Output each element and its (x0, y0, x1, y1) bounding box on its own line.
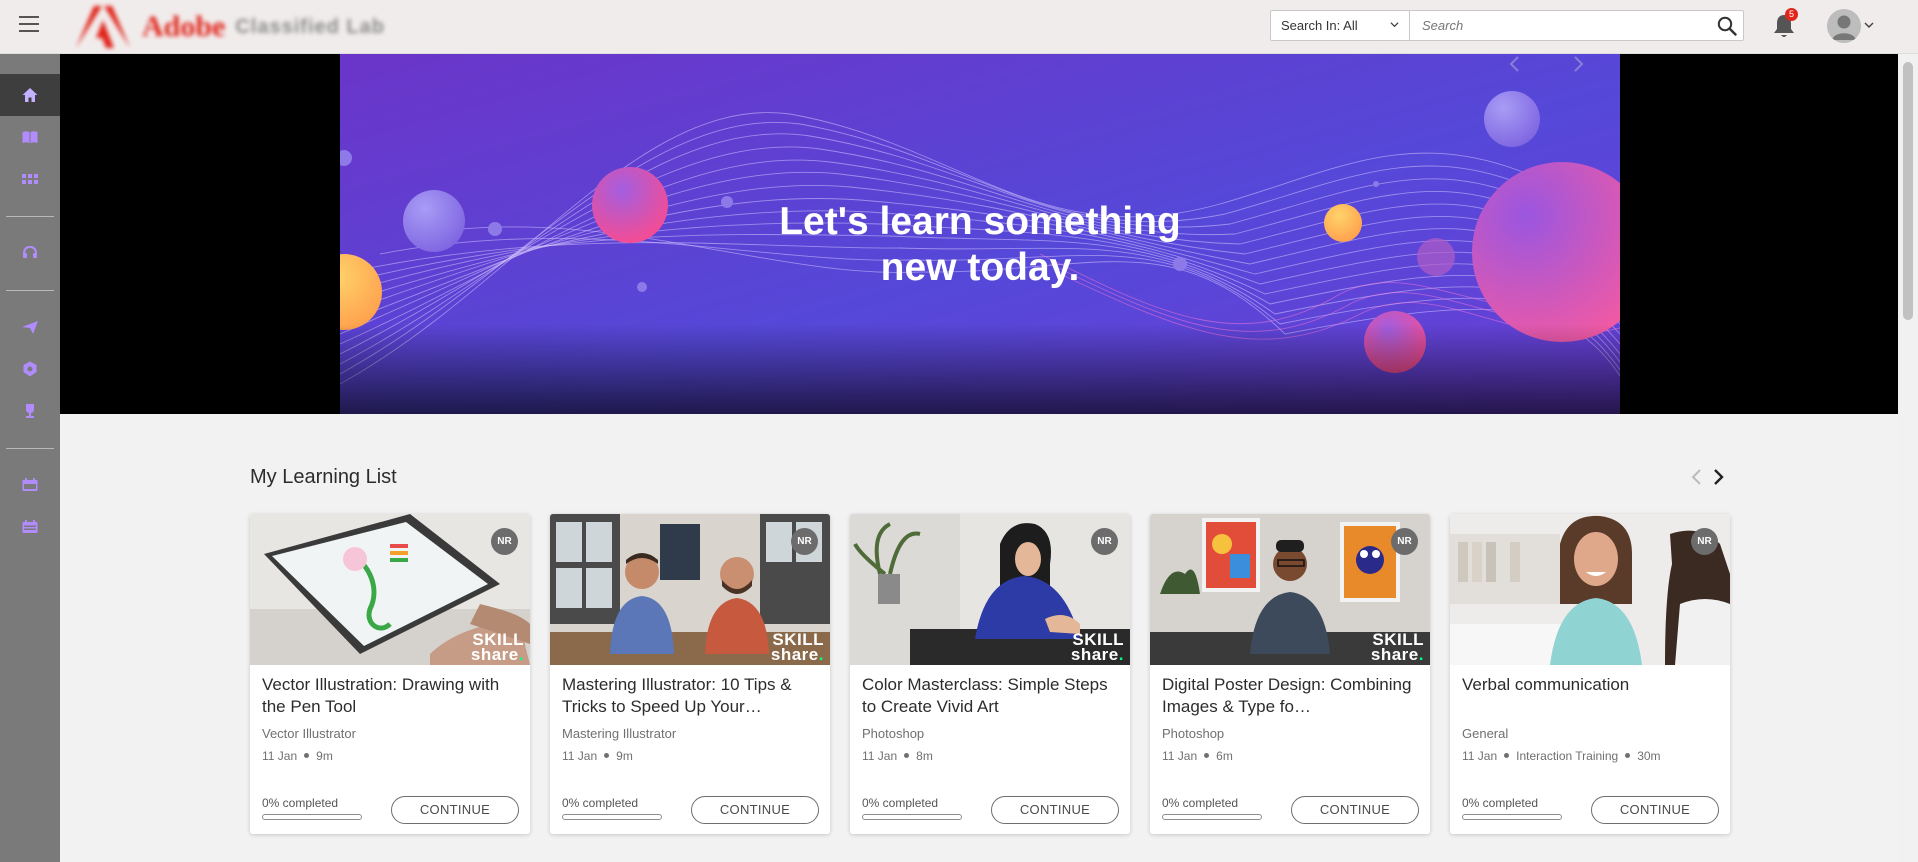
continue-button[interactable]: CONTINUE (691, 796, 819, 824)
course-card[interactable]: NR SKILL share. Color Masterclass: Simple… (850, 514, 1130, 834)
course-meta: 11 Jan 6m (1162, 749, 1233, 763)
progress-bar (862, 814, 962, 820)
sidebar-item-events[interactable] (0, 506, 60, 548)
course-title[interactable]: Mastering Illustrator: 10 Tips & Tricks … (562, 674, 812, 718)
hero-headline-line2: new today. (880, 246, 1080, 289)
course-card[interactable]: NR SKILL share. Mastering Illustrator: 10… (550, 514, 830, 834)
list-prev-arrow-icon[interactable] (1689, 466, 1705, 488)
learning-list-title: My Learning List (250, 466, 397, 488)
headset-support-icon (23, 245, 37, 258)
progress-bar (1462, 814, 1562, 820)
course-title[interactable]: Verbal communication (1462, 674, 1712, 718)
sidebar-item-sessions[interactable] (0, 464, 60, 506)
catalog-grid-icon (22, 174, 38, 184)
course-category: Photoshop (862, 726, 925, 741)
adobe-logo-icon (74, 6, 132, 48)
progress-label: 0% completed (262, 796, 339, 810)
course-category: General (1462, 726, 1509, 741)
top-header: Adobe Classified Lab Search In: All 5 (0, 0, 1918, 54)
chevron-down-icon[interactable] (1864, 20, 1874, 30)
search-input[interactable] (1410, 11, 1700, 40)
course-thumbnail: NR SKILL share. (1150, 514, 1430, 665)
sidebar-item-send[interactable] (0, 306, 60, 348)
course-card[interactable]: NR SKILL share. Vector Illustration: Draw… (250, 514, 530, 834)
continue-button[interactable]: CONTINUE (991, 796, 1119, 824)
skillshare-logo: SKILL share. (470, 630, 524, 664)
brand-subtitle: Classified Lab (235, 15, 385, 38)
sidebar-divider (6, 448, 54, 449)
course-thumbnail: NR SKILL share. (550, 514, 830, 665)
notification-count-badge: 5 (1785, 8, 1798, 21)
nr-badge: NR (1691, 528, 1718, 555)
scrollbar-thumb[interactable] (1903, 62, 1913, 320)
course-meta: 11 Jan Interaction Training 30m (1462, 749, 1661, 763)
user-silhouette-icon (1827, 9, 1861, 43)
course-meta: 11 Jan 9m (562, 749, 633, 763)
skillshare-logo: SKILL share. (1370, 630, 1424, 664)
home-icon (22, 88, 38, 102)
search-icon[interactable] (1717, 16, 1737, 36)
hero-banner: Let's learn something new today. (340, 54, 1620, 414)
continue-button[interactable]: CONTINUE (1291, 796, 1419, 824)
progress-label: 0% completed (862, 796, 939, 810)
course-card[interactable]: NR Verbal communication General 11 Jan In… (1450, 514, 1730, 834)
calendar-events-icon (22, 520, 38, 533)
course-category: Photoshop (1162, 726, 1225, 741)
course-thumbnail: NR SKILL share. (850, 514, 1130, 665)
hero-headline: Let's learn something new today. (340, 199, 1620, 291)
progress-label: 0% completed (1162, 796, 1239, 810)
vertical-scrollbar[interactable] (1898, 54, 1918, 862)
course-thumbnail: NR (1450, 514, 1730, 665)
send-icon (22, 321, 38, 334)
hamburger-menu-icon[interactable] (19, 16, 39, 34)
brand-name: Adobe (142, 10, 226, 43)
sidebar-item-badges[interactable] (0, 348, 60, 390)
sidebar-item-support[interactable] (0, 232, 60, 274)
continue-button[interactable]: CONTINUE (1591, 796, 1719, 824)
brand-logo[interactable]: Adobe Classified Lab (74, 6, 385, 48)
sidebar-item-achievements[interactable] (0, 390, 60, 432)
hero-prev-arrow-icon[interactable] (1505, 54, 1525, 74)
sidebar-item-learning[interactable] (0, 116, 60, 158)
progress-label: 0% completed (1462, 796, 1539, 810)
nr-badge: NR (1391, 528, 1418, 555)
search-scope-select[interactable]: Search In: All (1270, 10, 1410, 41)
hero-next-arrow-icon[interactable] (1568, 54, 1588, 74)
left-sidebar (0, 54, 60, 862)
progress-bar (562, 814, 662, 820)
course-meta: 11 Jan 8m (862, 749, 933, 763)
shield-badge-icon (23, 361, 37, 377)
course-category: Vector Illustrator (262, 726, 356, 741)
trophy-icon (26, 404, 34, 418)
skillshare-logo: SKILL share. (770, 630, 824, 664)
nr-badge: NR (791, 528, 818, 555)
sidebar-item-catalog[interactable] (0, 158, 60, 200)
skillshare-logo: SKILL share. (1070, 630, 1124, 664)
progress-bar (262, 814, 362, 820)
nr-badge: NR (491, 528, 518, 555)
course-category: Mastering Illustrator (562, 726, 677, 741)
list-next-arrow-icon[interactable] (1710, 466, 1726, 488)
course-thumbnail: NR SKILL share. (250, 514, 530, 665)
course-card[interactable]: NR SKILL share. Digital Poster Design: Co… (1150, 514, 1430, 834)
calendar-sessions-icon (22, 478, 38, 491)
hero-headline-line1: Let's learn something (779, 200, 1181, 243)
search-field (1409, 10, 1744, 41)
course-title[interactable]: Color Masterclass: Simple Steps to Creat… (862, 674, 1112, 718)
progress-bar (1162, 814, 1262, 820)
chevron-down-icon (1390, 22, 1399, 28)
book-icon (22, 131, 38, 143)
nr-badge: NR (1091, 528, 1118, 555)
search-scope-label: Search In: All (1281, 18, 1358, 33)
continue-button[interactable]: CONTINUE (391, 796, 519, 824)
sidebar-divider (6, 290, 54, 291)
user-avatar[interactable] (1827, 9, 1861, 43)
sidebar-item-home[interactable] (0, 74, 60, 116)
course-title[interactable]: Vector Illustration: Drawing with the Pe… (262, 674, 512, 718)
progress-label: 0% completed (562, 796, 639, 810)
course-meta: 11 Jan 9m (262, 749, 333, 763)
course-title[interactable]: Digital Poster Design: Combining Images … (1162, 674, 1412, 718)
sidebar-divider (6, 216, 54, 217)
